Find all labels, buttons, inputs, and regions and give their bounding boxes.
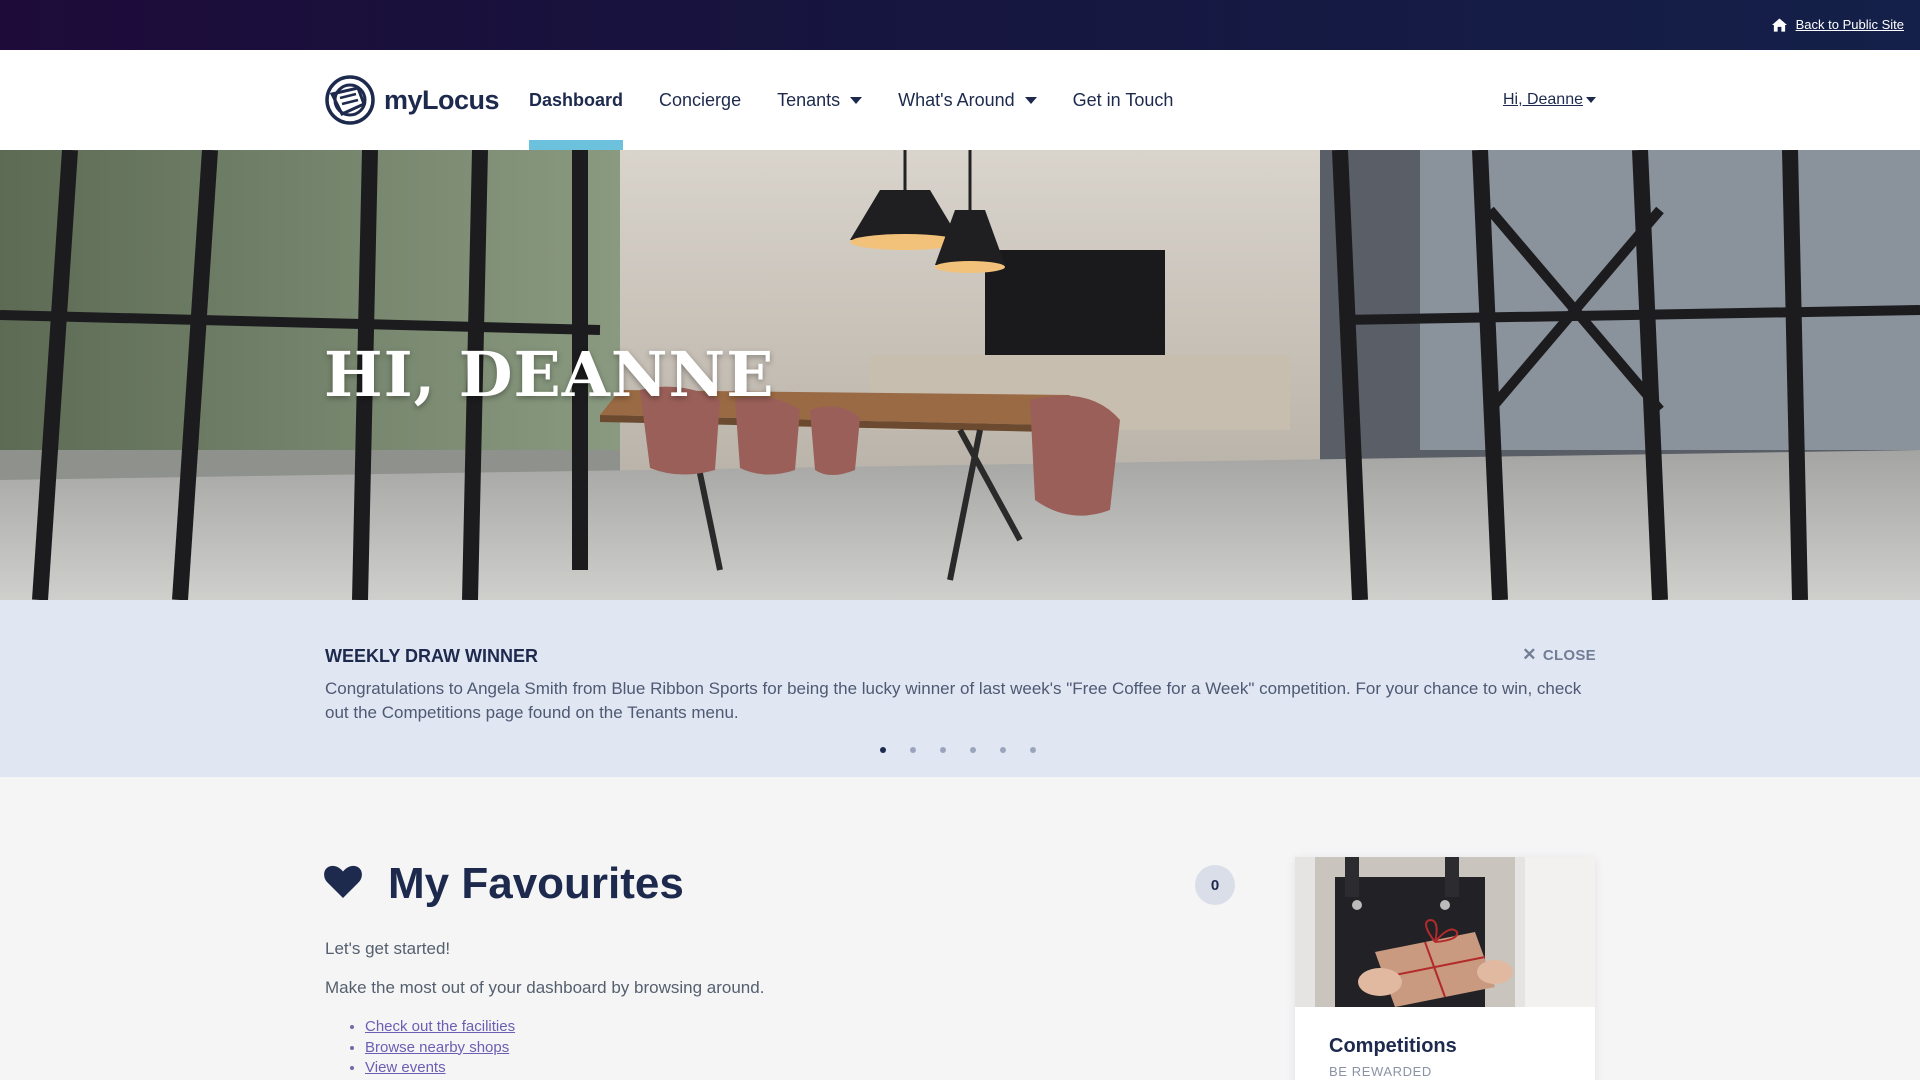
events-link[interactable]: View events (365, 1059, 446, 1076)
dashboard-main: My Favourites 0 Let's get started! Make … (0, 777, 1920, 1080)
nav-item-label: Concierge (659, 89, 742, 110)
nav-item-label: Get in Touch (1072, 89, 1174, 110)
carousel-dot[interactable] (910, 747, 916, 753)
nav-item-label: Tenants (777, 89, 841, 110)
nav-item-concierge[interactable]: Concierge (659, 50, 741, 150)
list-item: Check out the facilities (365, 1017, 515, 1038)
close-label: CLOSE (1542, 646, 1596, 664)
competitions-card[interactable]: Competitions BE REWARDED (1295, 857, 1595, 1080)
back-to-public-site-link[interactable]: Back to Public Site (1771, 17, 1904, 32)
heart-icon (324, 865, 362, 898)
logo[interactable]: myLocus (324, 74, 500, 126)
favourites-count-badge: 0 (1195, 865, 1235, 905)
top-bar: Back to Public Site (0, 0, 1920, 50)
main-navbar: myLocus Dashboard Concierge Tenants What… (0, 50, 1920, 150)
chevron-down-icon (1586, 97, 1596, 103)
announcement-body: Congratulations to Angela Smith from Blu… (325, 679, 1582, 722)
announcement-banner: WEEKLY DRAW WINNER ✕ CLOSE Congratulatio… (0, 600, 1920, 777)
favourites-title: My Favourites (388, 859, 684, 908)
facilities-link[interactable]: Check out the facilities (365, 1018, 515, 1035)
nav-menu: Dashboard Concierge Tenants What's Aroun… (529, 50, 1209, 150)
nav-item-whats-around[interactable]: What's Around (898, 50, 1037, 150)
carousel-dots (880, 747, 1036, 753)
user-menu-label: Hi, Deanne (1502, 91, 1583, 108)
competitions-card-image (1295, 857, 1595, 1007)
nearby-shops-link[interactable]: Browse nearby shops (365, 1039, 509, 1056)
favourites-intro: Let's get started! (325, 939, 451, 958)
mylocus-logo-icon (325, 75, 375, 125)
nav-item-tenants[interactable]: Tenants (777, 50, 863, 150)
nav-item-label: Dashboard (529, 89, 624, 110)
back-link-label: Back to Public Site (1795, 17, 1904, 32)
user-menu[interactable]: Hi, Deanne (1503, 91, 1596, 109)
announcement-title: WEEKLY DRAW WINNER (325, 646, 539, 666)
chevron-down-icon (1024, 96, 1037, 104)
carousel-dot[interactable] (940, 747, 946, 753)
card-title: Competitions (1329, 1035, 1457, 1057)
logo-text: myLocus (384, 84, 500, 115)
hero-background-image (0, 150, 1920, 600)
card-subtitle: BE REWARDED (1329, 1064, 1432, 1079)
hero-greeting: HI, DEANNE (324, 338, 775, 411)
carousel-dot[interactable] (1000, 747, 1006, 753)
close-button[interactable]: ✕ CLOSE (1522, 645, 1596, 665)
nav-item-dashboard[interactable]: Dashboard (529, 50, 624, 150)
carousel-dot[interactable] (970, 747, 976, 753)
nav-item-get-in-touch[interactable]: Get in Touch (1073, 50, 1174, 150)
nav-item-label: What's Around (898, 89, 1015, 110)
list-item: View events (365, 1058, 515, 1079)
carousel-dot[interactable] (880, 747, 886, 753)
gift-photo-icon (1295, 857, 1595, 1007)
carousel-dot[interactable] (1030, 747, 1036, 753)
list-item: Browse nearby shops (365, 1038, 515, 1059)
favourites-description: Make the most out of your dashboard by b… (325, 978, 765, 997)
chevron-down-icon (850, 96, 863, 104)
close-icon: ✕ (1522, 645, 1537, 664)
hero-banner: HI, DEANNE (0, 150, 1920, 600)
home-icon (1771, 17, 1787, 32)
getting-started-links: Check out the facilities Browse nearby s… (348, 1017, 515, 1079)
